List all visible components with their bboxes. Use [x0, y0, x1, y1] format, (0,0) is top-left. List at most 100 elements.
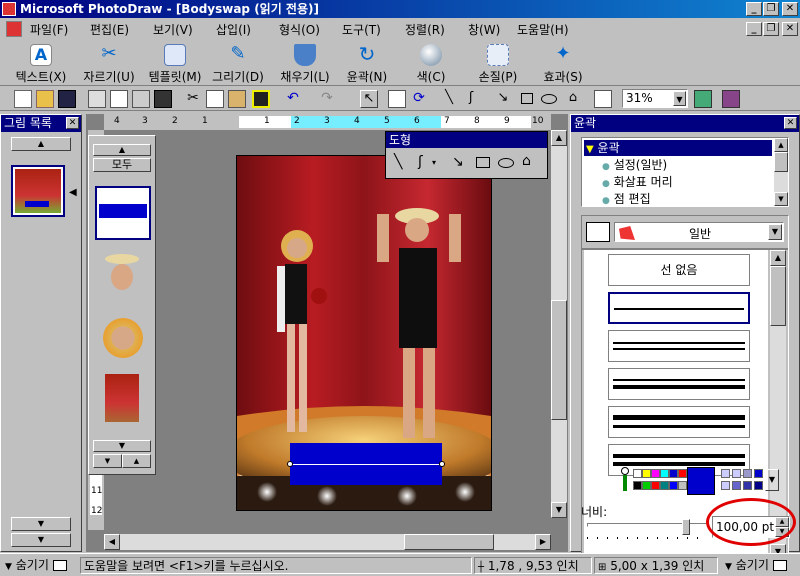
- thumbnail-woman-head[interactable]: [103, 318, 143, 358]
- tree-root-outline[interactable]: ▼ 윤곽: [584, 140, 772, 156]
- menu-edit[interactable]: 편집(E): [90, 21, 129, 38]
- arrange-icon[interactable]: [388, 90, 406, 108]
- all-button[interactable]: 모두: [93, 158, 151, 172]
- color-swatch[interactable]: [651, 481, 660, 490]
- line-shape-icon[interactable]: ╲: [394, 154, 402, 170]
- scroll-left-arrow-icon[interactable]: ◀: [104, 534, 120, 550]
- thumbnail-stage[interactable]: [105, 374, 139, 422]
- color-swatch[interactable]: [633, 469, 642, 478]
- chevron-down-icon[interactable]: ▼: [765, 469, 779, 491]
- flyout-first-button[interactable]: ▼: [93, 454, 122, 468]
- minimize-button[interactable]: _: [746, 2, 762, 16]
- scroll-thumb[interactable]: [404, 534, 494, 550]
- hide-left-toggle[interactable]: ▼ 숨기기: [2, 557, 78, 574]
- menu-tools[interactable]: 도구(T): [342, 21, 381, 38]
- recent-swatch[interactable]: [721, 481, 730, 490]
- restore-button[interactable]: ❐: [763, 2, 779, 16]
- redo-icon[interactable]: ↷: [318, 90, 336, 108]
- scroll-thumb[interactable]: [774, 152, 788, 172]
- scan-icon[interactable]: [132, 90, 150, 108]
- camera-icon[interactable]: [154, 90, 172, 108]
- recent-swatch[interactable]: [721, 469, 730, 478]
- recent-swatch[interactable]: [743, 481, 752, 490]
- curve-tool-icon[interactable]: ʃ: [462, 90, 480, 108]
- color-swatch[interactable]: [678, 481, 687, 490]
- effects-tool-button[interactable]: ✦ 효과(S): [530, 44, 596, 86]
- menu-help[interactable]: 도움말(H): [517, 21, 569, 38]
- fill-tool-button[interactable]: 채우기(L): [272, 44, 338, 86]
- draw-tool-button[interactable]: ✎ 그리기(D): [205, 44, 271, 86]
- thumbnail-man-head[interactable]: [105, 254, 139, 294]
- doc-close-button[interactable]: ✕: [782, 22, 798, 36]
- scroll-thumb[interactable]: [551, 300, 567, 420]
- menu-view[interactable]: 보기(V): [153, 21, 193, 38]
- scroll-up-button[interactable]: ▲: [11, 137, 71, 151]
- width-slider-thumb[interactable]: [682, 519, 690, 535]
- print-icon[interactable]: [88, 90, 106, 108]
- gallery-icon[interactable]: [586, 222, 610, 242]
- chevron-down-icon[interactable]: ▼: [768, 224, 782, 240]
- tree-item-edit-points[interactable]: ● 점 편집: [602, 191, 651, 207]
- paste-special-icon[interactable]: [252, 90, 270, 108]
- width-slider[interactable]: [587, 519, 707, 543]
- recent-swatch[interactable]: [754, 481, 763, 490]
- rectangle-tool-icon[interactable]: [518, 90, 536, 108]
- rectangle-shape-icon[interactable]: [476, 157, 490, 168]
- scroll-up-arrow-icon[interactable]: ▲: [774, 138, 788, 152]
- scroll-up-arrow-icon[interactable]: ▲: [551, 130, 567, 146]
- tree-item-arrowheads[interactable]: ● 화살표 머리: [602, 174, 673, 190]
- picture-thumbnail[interactable]: [11, 165, 65, 217]
- arrow-tool-icon[interactable]: ↘: [494, 90, 512, 108]
- line-style-thin[interactable]: [608, 292, 750, 324]
- eyedropper-icon[interactable]: [617, 467, 633, 493]
- flyout-down-button[interactable]: ▼: [93, 440, 151, 452]
- scroll-end-button[interactable]: ▼: [11, 533, 71, 547]
- menu-format[interactable]: 형식(O): [279, 21, 320, 38]
- save-icon[interactable]: [58, 90, 76, 108]
- color-swatch[interactable]: [642, 469, 651, 478]
- open-folder-icon[interactable]: [36, 90, 54, 108]
- flyout-last-button[interactable]: ▲: [122, 454, 151, 468]
- ellipse-tool-icon[interactable]: [540, 90, 558, 108]
- undo-icon[interactable]: ↶: [284, 90, 302, 108]
- menu-file[interactable]: 파일(F): [30, 21, 68, 38]
- no-line-option[interactable]: 선 없음: [608, 254, 750, 286]
- zoom-select[interactable]: 31% ▼: [622, 89, 688, 108]
- zoom-fit-icon[interactable]: [694, 90, 712, 108]
- flyout-up-button[interactable]: ▲: [93, 144, 151, 156]
- color-swatch[interactable]: [642, 481, 651, 490]
- template-tool-button[interactable]: 템플릿(M): [142, 44, 208, 86]
- menu-window[interactable]: 창(W): [468, 21, 500, 38]
- help-book-icon[interactable]: [722, 90, 740, 108]
- style-category-select[interactable]: 일반 ▼: [614, 222, 784, 242]
- thumbnail-rectangle[interactable]: [95, 186, 151, 240]
- menu-arrange[interactable]: 정렬(R): [405, 21, 445, 38]
- recent-swatch[interactable]: [732, 481, 741, 490]
- selection-handle[interactable]: [287, 461, 293, 467]
- text-box-icon[interactable]: [594, 90, 612, 108]
- color-swatch[interactable]: [651, 469, 660, 478]
- autoshape-shape-icon[interactable]: ⌂: [522, 153, 531, 169]
- chevron-down-icon[interactable]: ▼: [673, 91, 686, 106]
- scroll-right-arrow-icon[interactable]: ▶: [535, 534, 551, 550]
- doc-restore-button[interactable]: ❐: [763, 22, 779, 36]
- curve-shape-icon[interactable]: ʃ: [418, 154, 423, 170]
- crop-tool-button[interactable]: ✂ 자르기(U): [76, 44, 142, 86]
- touchup-tool-button[interactable]: 손질(P): [465, 44, 531, 86]
- paste-icon[interactable]: [228, 90, 246, 108]
- line-style-medium[interactable]: [608, 330, 750, 362]
- scroll-down-arrow-icon[interactable]: ▼: [551, 502, 567, 518]
- scroll-thumb[interactable]: [770, 266, 786, 326]
- ellipse-shape-icon[interactable]: [498, 158, 514, 168]
- color-tool-button[interactable]: 색(C): [398, 44, 464, 86]
- color-swatch[interactable]: [669, 469, 678, 478]
- tree-item-settings[interactable]: ● 설정(일반): [602, 157, 667, 173]
- doc-minimize-button[interactable]: _: [746, 22, 762, 36]
- line-style-thick[interactable]: [608, 368, 750, 400]
- tree-scrollbar[interactable]: ▲ ▼: [774, 138, 788, 206]
- recent-swatch[interactable]: [743, 469, 752, 478]
- document-icon[interactable]: [6, 21, 22, 37]
- menu-insert[interactable]: 삽입(I): [216, 21, 251, 38]
- scroll-down-button[interactable]: ▼: [11, 517, 71, 531]
- new-icon[interactable]: [14, 90, 32, 108]
